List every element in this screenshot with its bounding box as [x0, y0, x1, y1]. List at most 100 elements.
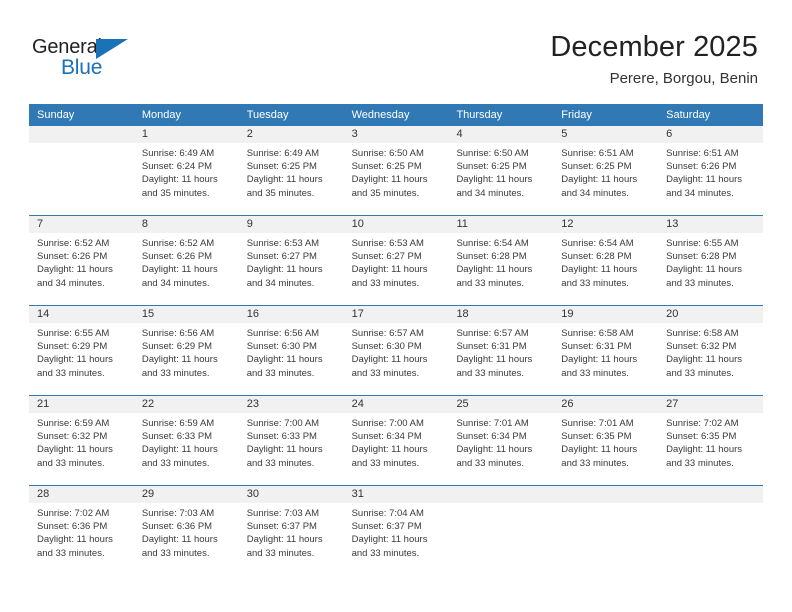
day-cell[interactable]: 16 Sunrise: 6:56 AM Sunset: 6:30 PM Dayligh…	[238, 306, 344, 395]
day-details: Sunrise: 6:59 AM Sunset: 6:33 PM Daylight:…	[134, 413, 239, 470]
daylight-text: Daylight: 11 hours and 33 minutes.	[351, 444, 428, 469]
day-cell[interactable]: 25 Sunrise: 7:01 AM Sunset: 6:34 PM Dayligh…	[448, 396, 554, 485]
day-number: 6	[658, 126, 764, 143]
day-number: 16	[238, 306, 344, 323]
day-cell[interactable]: 13 Sunrise: 6:55 AM Sunset: 6:28 PM Dayligh…	[658, 216, 764, 305]
sunrise-text: Sunrise: 7:02 AM	[666, 418, 739, 429]
day-details: Sunrise: 6:50 AM Sunset: 6:25 PM Daylight:…	[344, 143, 449, 200]
day-cell[interactable]: 28 Sunrise: 7:02 AM Sunset: 6:36 PM Dayligh…	[29, 486, 134, 575]
day-details: Sunrise: 6:53 AM Sunset: 6:27 PM Daylight:…	[344, 233, 449, 290]
calendar-body: 1 Sunrise: 6:49 AM Sunset: 6:24 PM Daylight…	[29, 126, 764, 575]
sunset-text: Sunset: 6:34 PM	[351, 431, 422, 443]
day-cell[interactable]: 9 Sunrise: 6:53 AM Sunset: 6:27 PM Daylight…	[238, 216, 344, 305]
day-cell[interactable]: 2 Sunrise: 6:49 AM Sunset: 6:25 PM Daylight…	[238, 126, 344, 215]
daylight-text: Daylight: 11 hours and 33 minutes.	[456, 444, 533, 469]
day-cell[interactable]: 19 Sunrise: 6:58 AM Sunset: 6:31 PM Dayligh…	[553, 306, 659, 395]
day-number: 17	[343, 306, 449, 323]
day-number: 25	[448, 396, 554, 413]
calendar-week-row: 1 Sunrise: 6:49 AM Sunset: 6:24 PM Daylight…	[29, 126, 764, 215]
day-details: Sunrise: 6:50 AM Sunset: 6:25 PM Daylight:…	[448, 143, 553, 200]
day-cell[interactable]: 3 Sunrise: 6:50 AM Sunset: 6:25 PM Daylight…	[343, 126, 449, 215]
day-number	[658, 486, 764, 503]
day-details: Sunrise: 7:03 AM Sunset: 6:36 PM Daylight:…	[134, 503, 239, 560]
sunrise-text: Sunrise: 6:59 AM	[37, 418, 110, 429]
sunset-text: Sunset: 6:26 PM	[666, 161, 737, 173]
day-details: Sunrise: 7:03 AM Sunset: 6:37 PM Daylight:…	[239, 503, 344, 560]
sunset-text: Sunset: 6:36 PM	[37, 521, 108, 533]
day-cell[interactable]: 10 Sunrise: 6:53 AM Sunset: 6:27 PM Dayligh…	[343, 216, 449, 305]
weekday-header-friday: Friday	[561, 109, 592, 121]
day-details: Sunrise: 6:54 AM Sunset: 6:28 PM Daylight:…	[448, 233, 553, 290]
sunset-text: Sunset: 6:26 PM	[141, 251, 213, 263]
day-cell[interactable]: 22 Sunrise: 6:59 AM Sunset: 6:33 PM Dayligh…	[133, 396, 239, 485]
day-cell-empty	[658, 486, 764, 575]
day-cell[interactable]: 24 Sunrise: 7:00 AM Sunset: 6:34 PM Dayligh…	[343, 396, 449, 485]
sunrise-text: Sunrise: 6:56 AM	[246, 328, 320, 339]
day-number: 20	[658, 306, 764, 323]
sunset-text: Sunset: 6:29 PM	[37, 341, 108, 353]
day-number: 7	[29, 216, 134, 233]
day-cell[interactable]: 17 Sunrise: 6:57 AM Sunset: 6:30 PM Dayligh…	[343, 306, 449, 395]
day-number: 29	[133, 486, 239, 503]
day-number	[448, 486, 554, 503]
weekday-header-saturday: Saturday	[666, 109, 711, 121]
sunset-text: Sunset: 6:25 PM	[246, 161, 317, 173]
day-cell[interactable]: 7 Sunrise: 6:52 AM Sunset: 6:26 PM Daylight…	[29, 216, 134, 305]
day-number: 27	[658, 396, 764, 413]
sunrise-text: Sunrise: 6:53 AM	[351, 238, 424, 249]
daylight-text: Daylight: 11 hours and 33 minutes.	[351, 264, 428, 289]
general-blue-logo[interactable]: General Blue	[32, 36, 152, 82]
day-cell[interactable]: 6 Sunrise: 6:51 AM Sunset: 6:26 PM Daylight…	[658, 126, 764, 215]
sunset-text: Sunset: 6:35 PM	[666, 431, 737, 443]
weekday-header-thursday: Thursday	[456, 109, 503, 121]
sunrise-text: Sunrise: 6:56 AM	[141, 328, 215, 339]
day-cell[interactable]: 14 Sunrise: 6:55 AM Sunset: 6:29 PM Dayligh…	[29, 306, 134, 395]
sunset-text: Sunset: 6:25 PM	[561, 161, 632, 173]
sunset-text: Sunset: 6:32 PM	[666, 341, 737, 353]
day-cell[interactable]: 30 Sunrise: 7:03 AM Sunset: 6:37 PM Dayligh…	[238, 486, 344, 575]
day-cell[interactable]: 11 Sunrise: 6:54 AM Sunset: 6:28 PM Dayligh…	[448, 216, 554, 305]
day-number: 23	[238, 396, 344, 413]
day-details: Sunrise: 7:02 AM Sunset: 6:35 PM Daylight:…	[658, 413, 763, 470]
day-details: Sunrise: 6:53 AM Sunset: 6:27 PM Daylight:…	[239, 233, 344, 290]
day-details: Sunrise: 6:56 AM Sunset: 6:29 PM Daylight:…	[134, 323, 239, 380]
calendar-week-row: 28 Sunrise: 7:02 AM Sunset: 6:36 PM Dayligh…	[29, 485, 764, 575]
logo-word-general: General	[32, 36, 102, 58]
sunset-text: Sunset: 6:27 PM	[246, 251, 317, 263]
daylight-text: Daylight: 11 hours and 33 minutes.	[666, 444, 743, 469]
day-number: 8	[133, 216, 239, 233]
day-number: 10	[343, 216, 449, 233]
daylight-text: Daylight: 11 hours and 35 minutes.	[141, 174, 218, 199]
sunrise-text: Sunrise: 6:49 AM	[141, 148, 215, 159]
day-cell[interactable]: 15 Sunrise: 6:56 AM Sunset: 6:29 PM Dayligh…	[133, 306, 239, 395]
sunset-text: Sunset: 6:27 PM	[351, 251, 422, 263]
weekday-header-tuesday: Tuesday	[246, 109, 289, 121]
day-number: 1	[133, 126, 239, 143]
day-cell[interactable]: 29 Sunrise: 7:03 AM Sunset: 6:36 PM Dayligh…	[133, 486, 239, 575]
day-cell[interactable]: 27 Sunrise: 7:02 AM Sunset: 6:35 PM Dayligh…	[658, 396, 764, 485]
day-number: 12	[553, 216, 659, 233]
sunset-text: Sunset: 6:37 PM	[246, 521, 317, 533]
page-header: General Blue December 2025 Perere, Borgo…	[0, 0, 792, 100]
sunset-text: Sunset: 6:31 PM	[561, 341, 632, 353]
day-cell[interactable]: 8 Sunrise: 6:52 AM Sunset: 6:26 PM Daylight…	[133, 216, 239, 305]
day-cell[interactable]: 26 Sunrise: 7:01 AM Sunset: 6:35 PM Dayligh…	[553, 396, 659, 485]
sunrise-text: Sunrise: 6:57 AM	[351, 328, 424, 339]
day-cell[interactable]: 23 Sunrise: 7:00 AM Sunset: 6:33 PM Dayligh…	[238, 396, 344, 485]
day-cell-empty	[29, 126, 134, 215]
day-cell[interactable]: 12 Sunrise: 6:54 AM Sunset: 6:28 PM Dayligh…	[553, 216, 659, 305]
day-cell[interactable]: 18 Sunrise: 6:57 AM Sunset: 6:31 PM Dayligh…	[448, 306, 554, 395]
sunset-text: Sunset: 6:25 PM	[351, 161, 422, 173]
sunrise-text: Sunrise: 6:51 AM	[666, 148, 739, 159]
day-cell[interactable]: 1 Sunrise: 6:49 AM Sunset: 6:24 PM Daylight…	[133, 126, 239, 215]
day-cell[interactable]: 5 Sunrise: 6:51 AM Sunset: 6:25 PM Daylight…	[553, 126, 659, 215]
sunrise-text: Sunrise: 6:55 AM	[37, 328, 110, 339]
day-number: 24	[343, 396, 449, 413]
day-cell[interactable]: 21 Sunrise: 6:59 AM Sunset: 6:32 PM Dayligh…	[29, 396, 134, 485]
day-cell[interactable]: 31 Sunrise: 7:04 AM Sunset: 6:37 PM Dayligh…	[343, 486, 449, 575]
sunrise-text: Sunrise: 6:50 AM	[351, 148, 424, 159]
sunset-text: Sunset: 6:29 PM	[141, 341, 213, 353]
day-cell[interactable]: 4 Sunrise: 6:50 AM Sunset: 6:25 PM Daylight…	[448, 126, 554, 215]
day-cell[interactable]: 20 Sunrise: 6:58 AM Sunset: 6:32 PM Dayligh…	[658, 306, 764, 395]
day-number: 18	[448, 306, 554, 323]
